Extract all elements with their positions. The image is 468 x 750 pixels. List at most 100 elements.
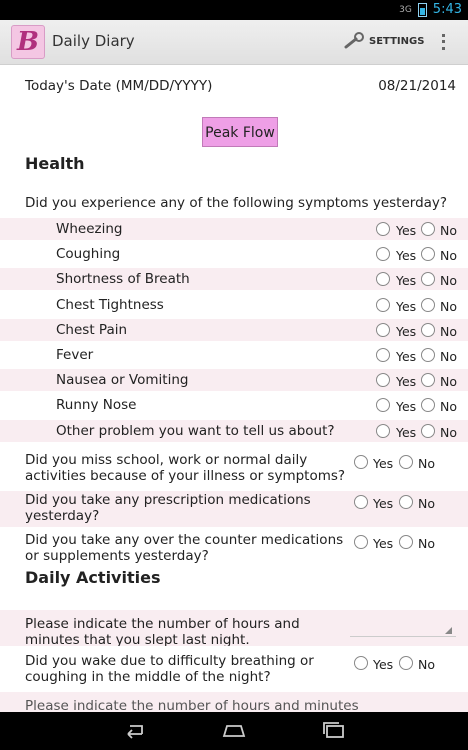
symptom-label: Other problem you want to tell us about? xyxy=(56,422,335,439)
action-bar: B Daily Diary SETTINGS xyxy=(0,20,468,65)
symptom-no-label: No xyxy=(440,298,457,314)
symptom-yes-label: Yes xyxy=(396,424,417,440)
symptom-label: Wheezing xyxy=(56,221,123,237)
clock: 5:43 xyxy=(432,2,462,17)
symptom-row: Fever Yes No xyxy=(0,344,468,366)
partial-row: Please indicate the number of hours and … xyxy=(0,692,468,712)
symptom-yes-label: Yes xyxy=(396,399,417,415)
symptom-no-label: No xyxy=(440,223,457,238)
symptom-label: Nausea or Vomiting xyxy=(56,372,189,389)
symptom-yes-label: Yes xyxy=(396,223,417,238)
symptom-no-radio[interactable] xyxy=(421,373,435,388)
back-icon[interactable] xyxy=(120,720,148,740)
symptom-no-label: No xyxy=(440,349,457,364)
symptom-row: Other problem you want to tell us about?… xyxy=(0,419,468,442)
symptom-no-radio[interactable] xyxy=(421,348,435,362)
home-icon[interactable] xyxy=(220,720,248,740)
symptom-yes-radio[interactable] xyxy=(376,272,390,287)
symptom-label: Runny Nose xyxy=(56,397,137,414)
wake-no-label: No xyxy=(418,657,435,672)
symptom-no-label: No xyxy=(440,424,457,440)
symptom-label: Shortness of Breath xyxy=(56,271,190,288)
symptom-no-radio[interactable] xyxy=(421,322,435,337)
daily-activities-heading: Daily Activities xyxy=(25,568,161,587)
prescription-no-radio[interactable] xyxy=(399,495,413,509)
symptom-yes-radio[interactable] xyxy=(376,398,390,413)
symptom-row: Wheezing Yes No xyxy=(0,218,468,240)
date-value[interactable]: 08/21/2014 xyxy=(378,78,456,94)
missed-activities-question: Did you miss school, work or normal dail… xyxy=(25,452,346,484)
settings-label: SETTINGS xyxy=(369,35,425,47)
sleep-question: Please indicate the number of hours and … xyxy=(25,616,300,646)
otc-no-label: No xyxy=(418,536,435,551)
symptom-yes-label: Yes xyxy=(396,248,417,264)
symptom-yes-radio[interactable] xyxy=(376,322,390,337)
symptom-label: Chest Tightness xyxy=(56,296,164,313)
symptom-no-label: No xyxy=(440,273,457,289)
otc-no-radio[interactable] xyxy=(399,535,413,549)
symptom-yes-radio[interactable] xyxy=(376,423,390,438)
symptom-no-label: No xyxy=(440,399,457,415)
prescription-yes-radio[interactable] xyxy=(354,495,368,509)
symptom-yes-label: Yes xyxy=(396,273,417,289)
symptom-label: Coughing xyxy=(56,246,121,263)
symptom-no-radio[interactable] xyxy=(421,272,435,287)
symptom-label: Chest Pain xyxy=(56,321,128,338)
symptom-no-radio[interactable] xyxy=(421,423,435,438)
diary-form[interactable]: Today's Date (MM/DD/YYYY) 08/21/2014 Pea… xyxy=(0,64,468,712)
wrench-icon xyxy=(344,32,364,49)
symptom-no-radio[interactable] xyxy=(421,297,435,312)
prescription-no-label: No xyxy=(418,496,435,511)
symptom-yes-label: Yes xyxy=(396,349,417,364)
symptom-no-label: No xyxy=(440,374,457,390)
wake-yes-label: Yes xyxy=(373,657,394,672)
prescription-yes-label: Yes xyxy=(373,496,394,511)
symptom-yes-radio[interactable] xyxy=(376,348,390,362)
symptoms-question: Did you experience any of the following … xyxy=(25,195,448,211)
symptom-yes-radio[interactable] xyxy=(376,222,390,236)
overflow-menu-icon[interactable] xyxy=(432,32,454,52)
status-bar: 3G 5:43 xyxy=(0,0,468,20)
app-logo[interactable]: B xyxy=(11,25,45,59)
symptom-no-radio[interactable] xyxy=(421,222,435,236)
symptom-row: Chest Pain Yes No xyxy=(0,318,468,341)
symptom-no-label: No xyxy=(440,323,457,339)
symptom-row: Coughing Yes No xyxy=(0,243,468,265)
otc-yes-radio[interactable] xyxy=(354,535,368,549)
navigation-bar xyxy=(0,712,468,750)
recent-apps-icon[interactable] xyxy=(320,720,348,740)
symptom-no-radio[interactable] xyxy=(421,247,435,262)
symptom-yes-label: Yes xyxy=(396,298,417,314)
signal-icon: 3G xyxy=(399,4,412,15)
partial-question: Please indicate the number of hours and … xyxy=(25,698,359,712)
otc-yes-label: Yes xyxy=(373,536,394,551)
wake-no-radio[interactable] xyxy=(399,656,413,670)
symptom-label: Fever xyxy=(56,347,94,363)
app-title: Daily Diary xyxy=(52,32,135,50)
symptom-row: Shortness of Breath Yes No xyxy=(0,268,468,291)
missed-yes-radio[interactable] xyxy=(354,455,368,469)
symptom-no-radio[interactable] xyxy=(421,398,435,413)
missed-no-label: No xyxy=(418,456,435,471)
symptom-row: Chest Tightness Yes No xyxy=(0,294,468,316)
symptom-yes-radio[interactable] xyxy=(376,297,390,312)
symptom-no-label: No xyxy=(440,248,457,264)
battery-icon xyxy=(417,2,427,17)
sleep-duration-dropdown[interactable] xyxy=(350,612,456,637)
settings-button[interactable]: SETTINGS xyxy=(344,32,424,50)
symptom-yes-radio[interactable] xyxy=(376,247,390,262)
symptom-row: Runny Nose Yes No xyxy=(0,394,468,416)
wake-question: Did you wake due to difficulty breathing… xyxy=(25,653,314,685)
symptom-yes-radio[interactable] xyxy=(376,373,390,388)
missed-yes-label: Yes xyxy=(373,456,394,471)
otc-question: Did you take any over the counter medica… xyxy=(25,532,344,564)
symptom-yes-label: Yes xyxy=(396,374,417,390)
symptom-yes-label: Yes xyxy=(396,323,417,339)
dropdown-arrow-icon xyxy=(445,627,452,634)
peak-flow-button[interactable]: Peak Flow xyxy=(202,117,278,147)
missed-no-radio[interactable] xyxy=(399,455,413,469)
health-heading: Health xyxy=(25,154,85,173)
date-label: Today's Date (MM/DD/YYYY) xyxy=(25,78,213,94)
symptom-row: Nausea or Vomiting Yes No xyxy=(0,369,468,392)
wake-yes-radio[interactable] xyxy=(354,656,368,670)
